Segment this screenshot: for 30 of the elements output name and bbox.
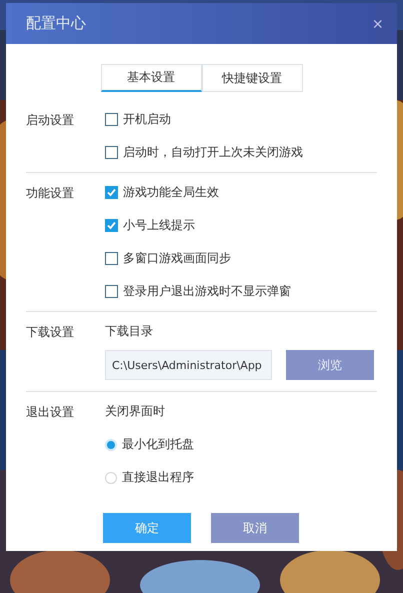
checkbox[interactable] <box>105 285 118 298</box>
checkbox[interactable] <box>105 219 118 232</box>
tab[interactable]: 快捷键设置 <box>202 64 302 92</box>
checkbox-label: 启动时，自动打开上次未关闭游戏 <box>123 144 303 161</box>
browse-button[interactable]: 浏览 <box>286 350 374 380</box>
window-title: 配置中心 <box>26 14 86 33</box>
section-label: 功能设置 <box>26 186 74 200</box>
path-field[interactable]: C:\Users\Administrator\App <box>105 350 272 380</box>
checkbox-label: 小号上线提示 <box>123 217 195 234</box>
tab[interactable]: 基本设置 <box>100 64 202 92</box>
radio-button[interactable] <box>105 438 117 450</box>
checkbox-label: 多窗口游戏画面同步 <box>123 250 231 267</box>
field-label: 下载目录 <box>105 323 153 340</box>
radio-label: 直接退出程序 <box>122 469 194 486</box>
confirm-button[interactable]: 确定 <box>103 513 191 543</box>
section-label: 下载设置 <box>26 325 74 339</box>
checkbox[interactable] <box>105 186 118 199</box>
checkbox[interactable] <box>105 252 118 265</box>
checkbox[interactable] <box>105 113 118 126</box>
section-label: 退出设置 <box>26 405 74 419</box>
checkbox[interactable] <box>105 146 118 159</box>
checkbox-label: 游戏功能全局生效 <box>123 184 219 201</box>
field-label: 关闭界面时 <box>105 403 165 420</box>
close-button[interactable]: × <box>372 14 383 32</box>
checkbox-label: 开机启动 <box>123 111 171 128</box>
cancel-button[interactable]: 取消 <box>211 513 299 543</box>
section-label: 启动设置 <box>26 113 74 127</box>
checkbox-label: 登录用户退出游戏时不显示弹窗 <box>123 283 291 300</box>
radio-button[interactable] <box>105 472 117 484</box>
radio-label: 最小化到托盘 <box>122 436 194 453</box>
